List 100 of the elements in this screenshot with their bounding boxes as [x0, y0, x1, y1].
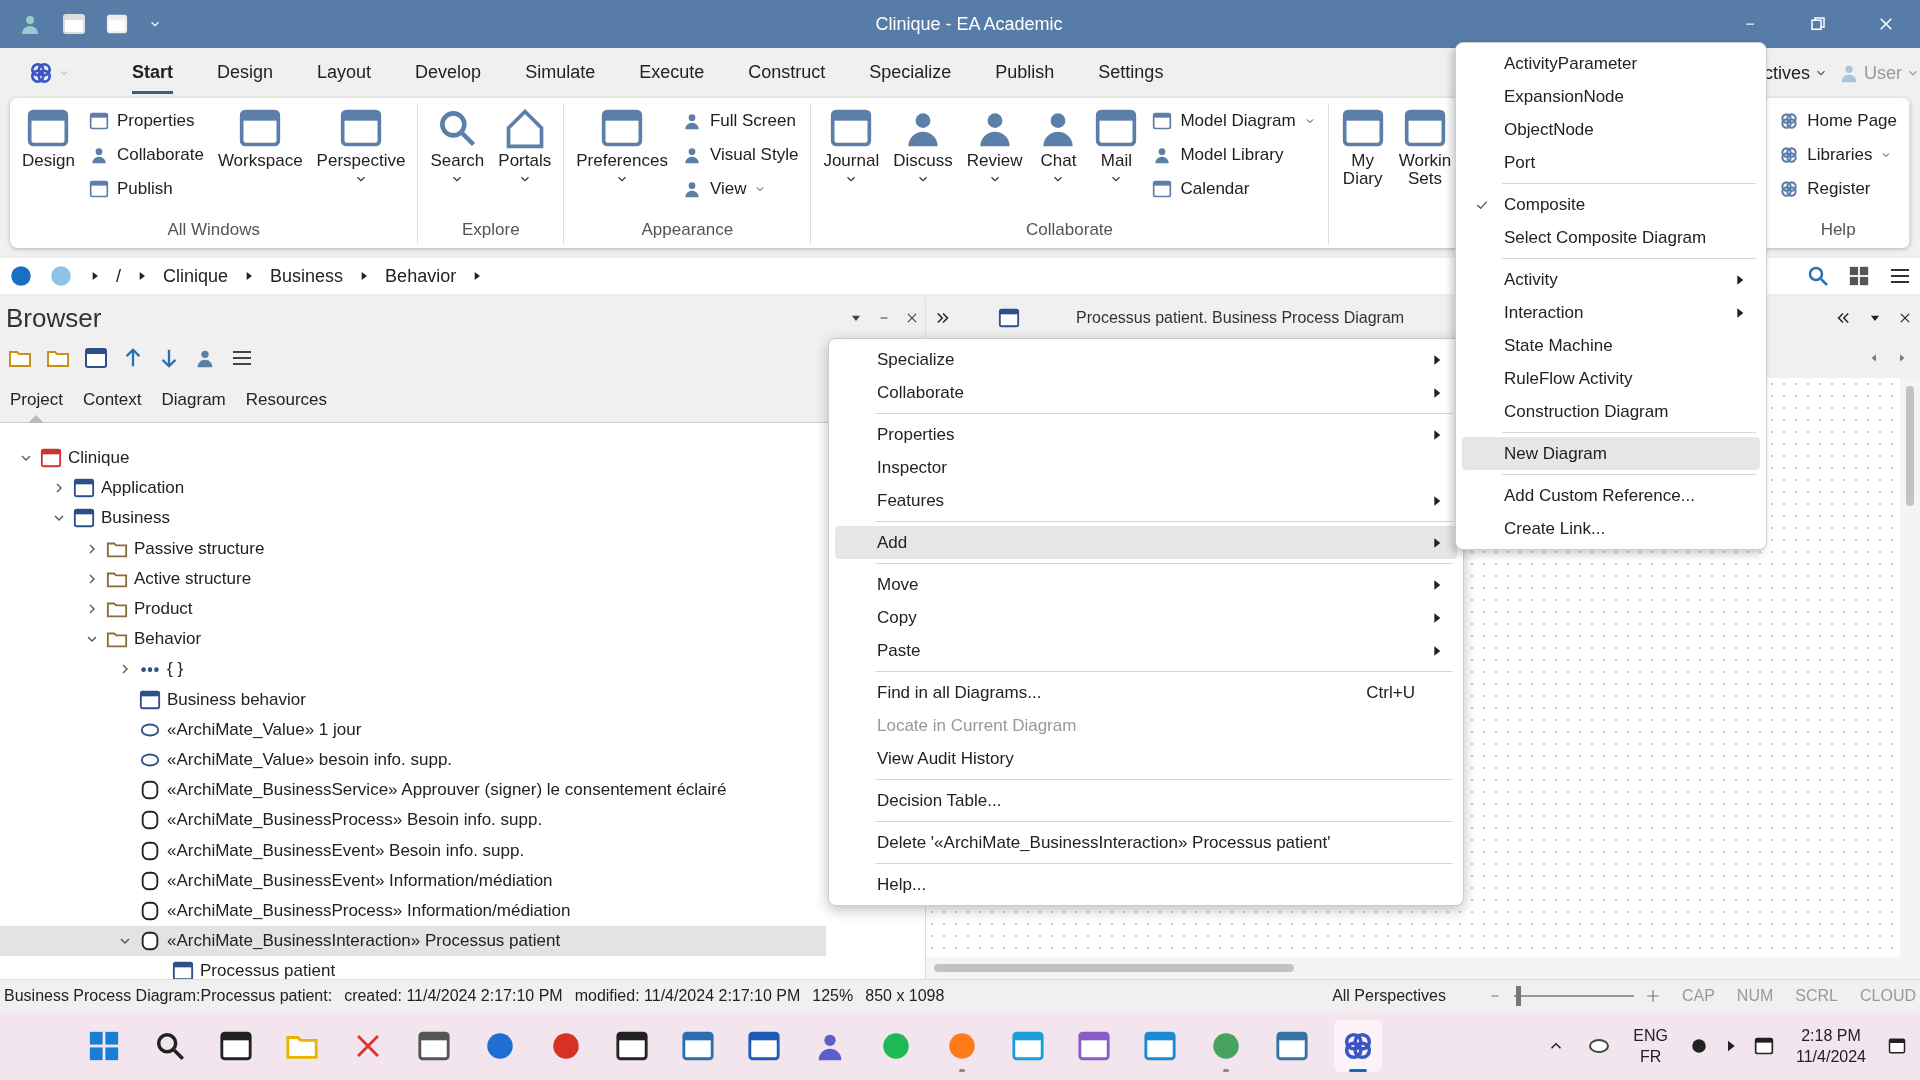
ribbon-button[interactable]: View: [677, 174, 803, 204]
ribbon-button[interactable]: Workspace: [213, 104, 307, 172]
breadcrumb-item[interactable]: Clinique: [163, 265, 229, 287]
menu-item[interactable]: Port: [1462, 146, 1760, 179]
menu-item[interactable]: Activity: [1462, 263, 1760, 296]
menu-item[interactable]: ActivityParameter: [1462, 47, 1760, 80]
ribbon-button[interactable]: Register: [1775, 174, 1901, 204]
menu-item[interactable]: ExpansionNode: [1462, 80, 1760, 113]
browser-tab[interactable]: Resources: [235, 378, 338, 422]
ribbon-button[interactable]: Portals: [494, 104, 556, 188]
browser-tab[interactable]: Context: [72, 378, 152, 422]
menu-item[interactable]: Inspector: [835, 451, 1457, 484]
tree-item[interactable]: «ArchiMate_Value» besoin info. supp.: [0, 744, 826, 776]
ribbon-button[interactable]: Preferences: [572, 104, 672, 188]
menu-item[interactable]: Construction Diagram: [1462, 395, 1760, 428]
ribbon-tab[interactable]: Simulate: [525, 52, 596, 94]
ribbon-button[interactable]: Properties: [84, 106, 208, 136]
browser-tab[interactable]: Project: [0, 378, 73, 422]
menu-item[interactable]: Interaction: [1462, 296, 1760, 329]
menu-item[interactable]: Decision Table...: [835, 784, 1457, 817]
ribbon-button[interactable]: Workin Sets: [1394, 104, 1456, 190]
ribbon-tab[interactable]: Construct: [748, 52, 826, 94]
menu-item[interactable]: Find in all Diagrams... Ctrl+U: [835, 676, 1457, 709]
vertical-scrollbar[interactable]: [1900, 378, 1920, 957]
ribbon-tab[interactable]: Develop: [415, 52, 482, 94]
menu-item[interactable]: Properties: [835, 418, 1457, 451]
menu-item[interactable]: Select Composite Diagram: [1462, 221, 1760, 254]
ribbon-button[interactable]: Full Screen: [677, 106, 803, 136]
ribbon-tab[interactable]: Specialize: [869, 52, 952, 94]
tree-item[interactable]: «ArchiMate_BusinessProcess» Besoin info. supp.: [0, 805, 826, 836]
ribbon-button[interactable]: Calendar: [1148, 174, 1320, 204]
breadcrumb-item[interactable]: /: [116, 265, 121, 287]
tree-item[interactable]: Business behavior: [0, 684, 826, 715]
browser-tab[interactable]: Diagram: [151, 378, 236, 422]
breadcrumb-item[interactable]: Behavior: [385, 265, 457, 287]
window-icon: [88, 179, 109, 199]
clock[interactable]: 2:18 PM 11/4/2024: [1796, 1025, 1866, 1067]
tree-item[interactable]: Application: [0, 473, 826, 504]
menu-item[interactable]: Copy: [835, 601, 1457, 634]
tree-item[interactable]: Processus patient: [0, 956, 826, 979]
ribbon-button[interactable]: Search: [426, 104, 489, 188]
tree-item[interactable]: Product: [0, 593, 826, 625]
ribbon-button[interactable]: Chat: [1032, 104, 1085, 188]
ribbon-button[interactable]: My Diary: [1336, 104, 1389, 190]
slider-thumb[interactable]: [1516, 986, 1522, 1006]
ribbon-button[interactable]: Mail: [1090, 104, 1143, 188]
ribbon-button[interactable]: Home Page: [1775, 106, 1901, 136]
menu-item[interactable]: Features: [835, 484, 1457, 517]
dots-icon: [139, 665, 161, 674]
tree-item[interactable]: Passive structure: [0, 533, 826, 564]
ribbon-button[interactable]: Publish: [84, 174, 208, 204]
tree-item[interactable]: «ArchiMate_BusinessEvent» Besoin info. supp.: [0, 835, 826, 866]
ribbon-button[interactable]: Review: [962, 104, 1027, 188]
tree-item[interactable]: Business: [0, 503, 826, 534]
breadcrumb-item[interactable]: Business: [270, 265, 344, 287]
diagram-tab[interactable]: Processus patient. Business Process Diagram: [1076, 309, 1405, 327]
ribbon-button[interactable]: Journal: [819, 104, 884, 188]
menu-item[interactable]: New Diagram: [1462, 437, 1760, 470]
ribbon-button[interactable]: Discuss: [889, 104, 957, 188]
ribbon-button[interactable]: Libraries: [1775, 140, 1901, 170]
tree-item[interactable]: «ArchiMate_BusinessEvent» Information/médiation: [0, 865, 826, 896]
ribbon-button[interactable]: Model Diagram: [1148, 106, 1320, 136]
ribbon-tab[interactable]: Execute: [639, 52, 705, 94]
menu-item[interactable]: Create Link...: [1462, 512, 1760, 545]
tree-item[interactable]: Behavior: [0, 624, 826, 655]
menu-item[interactable]: Collaborate: [835, 376, 1457, 409]
menu-item[interactable]: Add: [835, 526, 1457, 559]
tree-item[interactable]: Active structure: [0, 563, 826, 594]
tree-item[interactable]: «ArchiMate_BusinessProcess» Information/médiation: [0, 895, 826, 926]
tree-item[interactable]: «ArchiMate_BusinessService» Approuver (signer) le consentement éclairé: [0, 775, 826, 806]
horizontal-scrollbar[interactable]: [926, 957, 1920, 979]
ribbon-button[interactable]: Model Library: [1148, 140, 1320, 170]
tree-item[interactable]: { }: [0, 654, 826, 685]
menu-item[interactable]: Move: [835, 568, 1457, 601]
ribbon-tab[interactable]: Layout: [317, 52, 372, 94]
language-indicator[interactable]: ENG FR: [1633, 1025, 1668, 1067]
ribbon-tab[interactable]: Start: [132, 52, 173, 94]
window-title: Clinique - EA Academic: [875, 13, 1063, 35]
tree-item-label: «ArchiMate_BusinessService» Approuver (signer) le consentement éclairé: [167, 780, 727, 801]
menu-item[interactable]: View Audit History: [835, 742, 1457, 775]
menu-item[interactable]: Specialize: [835, 343, 1457, 376]
search-icon: [1806, 264, 1830, 288]
ribbon-tab[interactable]: Design: [217, 52, 274, 94]
tree-item[interactable]: «ArchiMate_BusinessInteraction» Processus patient: [0, 926, 826, 957]
menu-item[interactable]: Composite: [1462, 188, 1760, 221]
ribbon-button[interactable]: Perspective: [312, 104, 410, 188]
menu-item[interactable]: RuleFlow Activity: [1462, 362, 1760, 395]
menu-item[interactable]: Paste: [835, 634, 1457, 667]
ribbon-tab[interactable]: Publish: [995, 52, 1055, 94]
ribbon-button[interactable]: Collaborate: [84, 140, 208, 170]
menu-item[interactable]: State Machine: [1462, 329, 1760, 362]
ribbon-tab[interactable]: Settings: [1098, 52, 1164, 94]
tree-item[interactable]: Clinique: [0, 443, 826, 474]
menu-item[interactable]: Delete '«ArchiMate_BusinessInteraction» Processus patient': [835, 826, 1457, 859]
ribbon-button[interactable]: Visual Style: [677, 140, 803, 170]
menu-item[interactable]: ObjectNode: [1462, 113, 1760, 146]
tree-item[interactable]: «ArchiMate_Value» 1 jour: [0, 714, 826, 745]
ribbon-button[interactable]: Design: [18, 104, 79, 172]
menu-item[interactable]: Add Custom Reference...: [1462, 479, 1760, 512]
menu-item[interactable]: Help...: [835, 868, 1457, 901]
